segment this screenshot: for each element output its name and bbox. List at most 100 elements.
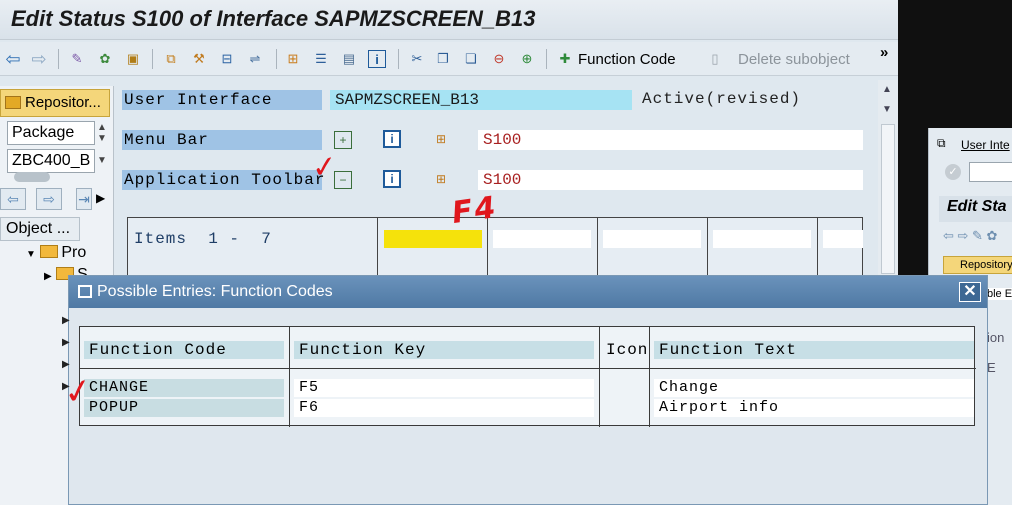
scroll-up-icon[interactable]: ▲ xyxy=(882,84,892,95)
possible-entries-dialog: Possible Entries: Function Codes ✕ Funct… xyxy=(68,275,988,505)
function-code-button[interactable]: Function Code xyxy=(578,51,676,68)
forward-arrow-icon[interactable]: ⇨ xyxy=(30,50,48,68)
function-code-icon[interactable]: ✚ xyxy=(556,50,574,68)
bg-field-label: User Inte xyxy=(961,138,1010,152)
annotation-f4: F4 xyxy=(449,190,500,231)
toolbar-item-4-field[interactable] xyxy=(713,230,811,248)
menu-bar-value[interactable]: S100 xyxy=(478,130,863,150)
tree-node[interactable]: ▼ Pro xyxy=(26,244,86,262)
object-name-column-header[interactable]: Object ... xyxy=(0,217,80,241)
tree-nav-bar: ⇦ ⇨ ⇥ ▶ xyxy=(0,186,114,214)
toolbar-separator xyxy=(398,49,399,69)
table-row-code[interactable]: POPUP xyxy=(84,399,284,417)
repository-button-label: Repositor... xyxy=(25,94,101,111)
toolbar-item-3-field[interactable] xyxy=(603,230,701,248)
menu-bar-label: Menu Bar xyxy=(122,130,322,150)
nav-more-icon[interactable]: ▶ xyxy=(96,191,105,205)
toolbar-item-1-field-highlighted[interactable] xyxy=(384,230,482,248)
insert-row-icon[interactable]: ⊕ xyxy=(518,50,536,68)
object-type-scroll-icon[interactable]: ▲ ▼ xyxy=(95,122,109,144)
function-codes-table: Function Code Function Key Icon Function… xyxy=(79,326,976,427)
document-icon: ▯ xyxy=(711,51,719,66)
bg-fragment: ble E xyxy=(987,288,1012,300)
table-row-code[interactable]: CHANGE xyxy=(84,379,284,397)
toolbar-item-5-field[interactable] xyxy=(823,230,863,248)
toolbar-separator xyxy=(152,49,153,69)
bg-check-icon: ✓ xyxy=(945,164,961,180)
table-divider xyxy=(599,327,600,427)
bg-fragment: E xyxy=(987,360,996,375)
table-row-text[interactable]: Change xyxy=(654,379,974,397)
toolbar-item-2-field[interactable] xyxy=(493,230,591,248)
bg-toolbar-icons: ⇦ ⇨ ✎ ✿ xyxy=(943,228,998,243)
repository-browser-button[interactable]: Repositor... xyxy=(0,89,110,117)
app-toolbar-structure-icon[interactable]: ⊞ xyxy=(432,171,450,189)
application-toolbar: ⇦ ⇨ ✎ ✿ ▣ ⧉ ⚒ ⊟ ⇌ ⊞ ☰ ▤ i ✂ ❐ ❏ ⊖ ⊕ ✚ Fu… xyxy=(0,42,898,76)
column-header-function-text[interactable]: Function Text xyxy=(654,341,974,359)
align-icon[interactable]: ☰ xyxy=(312,50,330,68)
table-header-divider xyxy=(80,368,976,369)
column-header-function-code[interactable]: Function Code xyxy=(84,341,284,359)
expand-menu-bar-icon[interactable]: + xyxy=(334,131,352,149)
scroll-track[interactable] xyxy=(881,124,895,274)
hierarchy-icon[interactable]: ⊞ xyxy=(284,50,302,68)
back-arrow-icon[interactable]: ⇦ xyxy=(4,50,22,68)
bg-input xyxy=(969,162,1012,182)
close-icon[interactable]: ✕ xyxy=(959,282,981,302)
layout-icon[interactable]: ▤ xyxy=(340,50,358,68)
dialog-window-icon xyxy=(78,285,92,298)
table-row-key[interactable]: F5 xyxy=(294,379,594,397)
dialog-title-bar: Possible Entries: Function Codes xyxy=(69,276,987,308)
items-range-label: Items 1 - 7 xyxy=(134,230,272,248)
object-name-dropdown-icon[interactable]: ▼ xyxy=(95,150,109,172)
more-toolbar-button[interactable]: » xyxy=(880,44,888,61)
tree-node-label: Pro xyxy=(61,244,87,261)
delete-subobject-button[interactable]: Delete subobject xyxy=(738,51,850,68)
bg-fragment: ion xyxy=(987,330,1005,345)
toolbar-separator xyxy=(546,49,547,69)
status-state: Active(revised) xyxy=(642,90,802,108)
column-header-icon[interactable]: Icon xyxy=(603,341,647,359)
object-name-field[interactable]: ZBC400_B xyxy=(7,149,95,173)
expand-triangle-icon[interactable]: ▼ xyxy=(26,249,36,260)
navigate-icon[interactable]: ⇌ xyxy=(246,50,264,68)
field-icon: ⧉ xyxy=(937,136,946,150)
collapse-triangle-icon[interactable]: ▶ xyxy=(44,271,52,282)
activate-icon[interactable]: ▣ xyxy=(124,50,142,68)
user-interface-value: SAPMZSCREEN_B13 xyxy=(330,90,632,110)
user-interface-label: User Interface xyxy=(122,90,322,110)
menu-bar-structure-icon[interactable]: ⊞ xyxy=(432,131,450,149)
grid-divider xyxy=(597,217,598,277)
table-row-key[interactable]: F6 xyxy=(294,399,594,417)
wand-icon[interactable]: ⚒ xyxy=(190,50,208,68)
menu-bar-info-icon[interactable]: i xyxy=(383,130,401,148)
nav-forward-icon[interactable]: ⇨ xyxy=(36,188,62,210)
table-row-text[interactable]: Airport info xyxy=(654,399,974,417)
table-divider xyxy=(289,327,290,427)
repository-icon xyxy=(5,96,21,109)
toolbar-separator xyxy=(276,49,277,69)
nav-history-icon[interactable]: ⇥ xyxy=(76,188,92,210)
bg-window-title: Edit Sta xyxy=(947,198,1007,215)
where-used-icon[interactable]: ⧉ xyxy=(162,50,180,68)
app-toolbar-value[interactable]: S100 xyxy=(478,170,863,190)
cut-icon[interactable]: ✂ xyxy=(408,50,426,68)
folder-icon xyxy=(40,245,59,258)
annotation-checkmark: ✓ xyxy=(310,148,339,187)
delete-row-icon[interactable]: ⊖ xyxy=(490,50,508,68)
toolbar-separator xyxy=(58,49,59,69)
other-object-icon[interactable]: ✎ xyxy=(68,50,86,68)
display-change-icon[interactable]: ✿ xyxy=(96,50,114,68)
info-icon[interactable]: i xyxy=(368,50,386,68)
scroll-down-icon[interactable]: ▼ xyxy=(882,104,892,115)
test-icon[interactable]: ⊟ xyxy=(218,50,236,68)
app-toolbar-info-icon[interactable]: i xyxy=(383,170,401,188)
column-header-function-key[interactable]: Function Key xyxy=(294,341,594,359)
copy-icon[interactable]: ❐ xyxy=(434,50,452,68)
title-bar: Edit Status S100 of Interface SAPMZSCREE… xyxy=(0,0,898,40)
vertical-scrollbar[interactable]: ▲ ▼ xyxy=(878,80,898,280)
object-type-select[interactable]: Package xyxy=(7,121,95,145)
nav-back-icon[interactable]: ⇦ xyxy=(0,188,26,210)
horizontal-scroll-thumb[interactable] xyxy=(14,172,50,182)
paste-icon[interactable]: ❏ xyxy=(462,50,480,68)
